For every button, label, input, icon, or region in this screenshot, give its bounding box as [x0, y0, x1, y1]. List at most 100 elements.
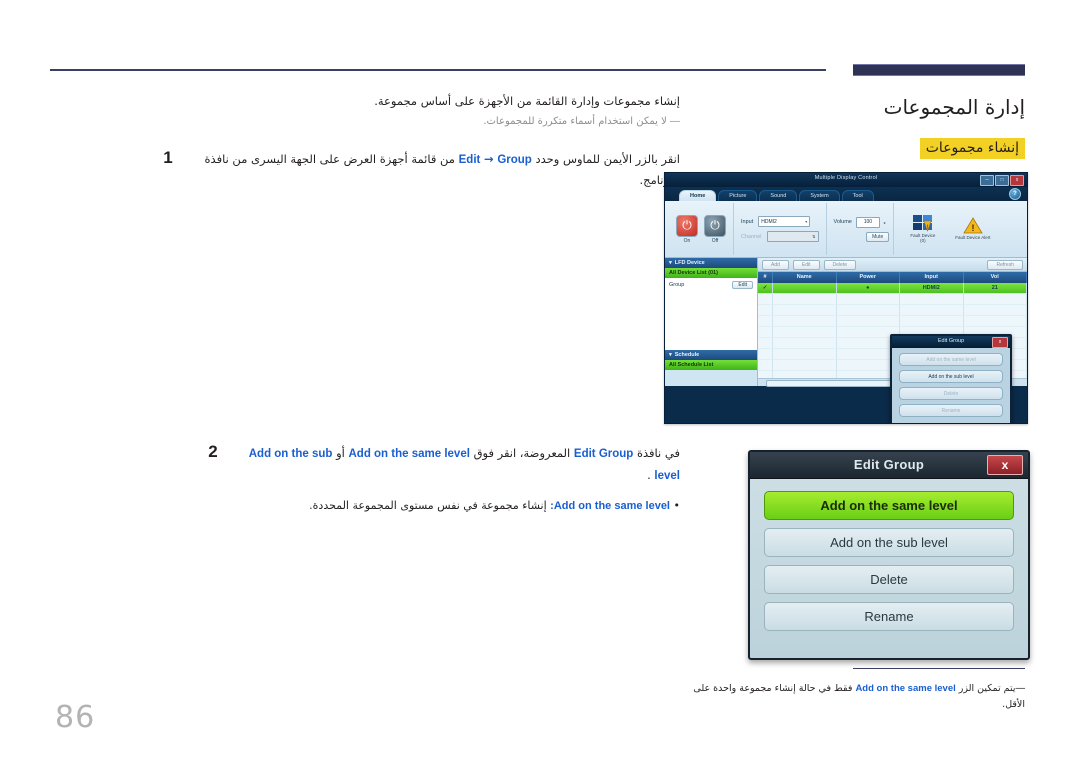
help-icon[interactable]: ?: [1009, 188, 1021, 200]
toolbar-edit-button[interactable]: Edit: [792, 259, 820, 270]
step-2-number: 2: [208, 442, 218, 461]
sidebar-schedule-label: Schedule: [674, 352, 700, 358]
maximize-icon[interactable]: □: [995, 175, 1009, 186]
mute-button[interactable]: Mute: [866, 231, 890, 242]
inner-btn-add-same-level[interactable]: Add on the same level: [899, 353, 1003, 366]
input-select[interactable]: HDMI2 ▾: [758, 216, 811, 227]
header-rule-thick: [853, 64, 1025, 76]
add-on-same-level-button[interactable]: Add on the same level: [764, 491, 1014, 520]
step-2-bullet: • Add on the same level: إنشاء مجموعة في…: [205, 496, 680, 517]
step-1: 1 انقر بالزر الأيمن للماوس وحدد Edit → G…: [160, 148, 680, 191]
inner-btn-add-sub-level[interactable]: Add on the sub level: [899, 370, 1003, 383]
step-1-text: انقر بالزر الأيمن للماوس وحدد Edit → Gro…: [186, 149, 680, 191]
mdc-application-screenshot: Multiple Display Control ─ □ x Home Pict…: [664, 172, 1028, 424]
step-1-keyword-edit: Edit: [458, 153, 481, 166]
intro-note-text: لا يمكن استخدام أسماء متكررة للمجموعات.: [483, 115, 667, 127]
bullet-keyword: Add on the same level: [553, 500, 670, 513]
bottom-note-text-before: يتم تمكين الزر: [958, 683, 1016, 694]
tab-sound[interactable]: Sound: [759, 190, 798, 201]
fault-device-icon: !: [912, 214, 933, 232]
power-on-label: On: [683, 237, 691, 244]
intro-note: ― لا يمكن استخدام أسماء متكررة للمجموعات…: [160, 116, 680, 127]
tab-tool[interactable]: Tool: [841, 190, 874, 201]
row-volume: 21: [963, 283, 1027, 294]
dialog-close-icon[interactable]: x: [987, 455, 1023, 475]
delete-button[interactable]: Delete: [764, 565, 1014, 594]
volume-stepper-icon[interactable]: ▸: [884, 220, 886, 225]
bottom-note: ―يتم تمكين الزر Add on the same level فق…: [685, 681, 1025, 713]
sidebar-section-schedule[interactable]: ▾ Schedule: [665, 350, 757, 360]
channel-label: Channel: [741, 233, 762, 240]
sidebar-item-all-device-list[interactable]: All Device List (01): [665, 268, 757, 278]
add-on-sub-level-button[interactable]: Add on the sub level: [764, 528, 1014, 557]
table-row[interactable]: ✓ ● HDMI2 21: [758, 283, 1027, 294]
fault-device-control[interactable]: ! Fault Device (0): [901, 214, 945, 244]
input-value: HDMI2: [761, 218, 777, 225]
minimize-icon[interactable]: ─: [980, 175, 994, 186]
bullet-text: إنشاء مجموعة في نفس مستوى المجموعة المحد…: [309, 499, 547, 513]
rename-button[interactable]: Rename: [764, 602, 1014, 631]
grid-col-power: Power: [837, 272, 900, 283]
bullet-dot-icon: •: [673, 499, 681, 513]
spinner-icon: ⇅: [812, 234, 816, 239]
ribbon-group-volume: Volume 100 ▸ Mute: [827, 203, 894, 255]
dialog-titlebar: Edit Group x: [750, 452, 1028, 479]
sidebar-section-lfd[interactable]: ▾ LFD Device: [665, 258, 757, 268]
volume-value[interactable]: 100: [855, 216, 880, 228]
fault-alert-control[interactable]: ! Fault Device Alert: [951, 217, 995, 240]
section-title: إنشاء مجموعات: [919, 138, 1025, 159]
mdc-inner-edit-group-dialog: Edit Group x Add on the same level Add o…: [890, 334, 1012, 423]
main-toolbar: Add Edit Delete Refresh: [758, 258, 1027, 272]
volume-label: Volume: [833, 219, 852, 225]
inner-btn-delete[interactable]: Delete: [899, 387, 1003, 400]
inner-btn-rename[interactable]: Rename: [899, 404, 1003, 417]
step-2-text-before: في نافذة: [636, 446, 680, 460]
mdc-tab-bar: Home Picture Sound System Tool ?: [665, 187, 1027, 201]
mdc-titlebar: Multiple Display Control ─ □ x: [665, 173, 1027, 187]
power-off-icon[interactable]: ⏻: [704, 214, 726, 237]
intro-text: إنشاء مجموعات وإدارة القائمة من الأجهزة …: [374, 94, 680, 108]
device-grid-header: # Name Power Input Vol: [758, 272, 1027, 283]
mdc-ribbon: ⏻ On ⏻ Off Input HDMI2 ▾ Channel ⇅ Volum…: [665, 201, 1027, 258]
svg-text:!: !: [971, 223, 974, 233]
step-2-text-mid: المعروضة، انقر فوق: [473, 446, 571, 460]
grid-col-name: Name: [773, 272, 837, 283]
power-off-label: Off: [711, 237, 719, 244]
tab-system[interactable]: System: [799, 190, 840, 201]
step-2-keyword-samelevel: Add on the same level: [348, 448, 470, 460]
mdc-sidebar: ▾ LFD Device All Device List (01) Group …: [665, 258, 758, 386]
power-on-icon[interactable]: ⏻: [676, 214, 698, 237]
group-edit-button[interactable]: Edit: [732, 281, 753, 289]
channel-select[interactable]: ⇅: [766, 231, 819, 242]
sidebar-item-all-schedule-list[interactable]: All Schedule List: [665, 360, 757, 370]
power-off-control[interactable]: ⏻ Off: [704, 214, 726, 244]
toolbar-refresh-button[interactable]: Refresh: [987, 259, 1023, 270]
power-on-control[interactable]: ⏻ On: [676, 214, 698, 244]
grid-col-check: #: [758, 272, 773, 283]
manual-page: إدارة المجموعات إنشاء مجموعات إنشاء مجمو…: [0, 0, 1080, 763]
table-row-empty: [758, 316, 1027, 327]
bottom-note-rule: [853, 668, 1025, 669]
mdc-body: ▾ LFD Device All Device List (01) Group …: [665, 258, 1027, 423]
toolbar-add-button[interactable]: Add: [762, 259, 789, 270]
toolbar-delete-button[interactable]: Delete: [823, 259, 856, 270]
collapse-icon: ▾: [669, 260, 672, 266]
row-power-status: ●: [836, 283, 900, 294]
chapter-title: إدارة المجموعات: [883, 95, 1025, 119]
tab-home[interactable]: Home: [679, 190, 717, 201]
sidebar-group-label: Group: [669, 282, 685, 288]
tab-picture[interactable]: Picture: [718, 190, 758, 201]
step-2-text: في نافذة Edit Group المعروضة، انقر فوق A…: [231, 443, 680, 486]
bottom-note-keyword: Add on the same level: [855, 683, 956, 694]
sidebar-item-group[interactable]: Group Edit: [665, 278, 757, 292]
collapse-icon-schedule: ▾: [669, 352, 672, 358]
fault-alert-label: Fault Device Alert: [955, 235, 991, 241]
fault-device-text: Fault Device: [910, 232, 936, 238]
row-checkbox[interactable]: ✓: [758, 283, 773, 294]
dialog-body: Add on the same level Add on the sub lev…: [750, 479, 1028, 643]
note-dash: ―: [670, 115, 680, 127]
close-icon[interactable]: x: [1010, 175, 1024, 186]
step-2: 2 في نافذة Edit Group المعروضة، انقر فوق…: [205, 442, 680, 486]
inner-dialog-close-icon[interactable]: x: [992, 337, 1008, 348]
sidebar-lfd-label: LFD Device: [674, 260, 705, 266]
